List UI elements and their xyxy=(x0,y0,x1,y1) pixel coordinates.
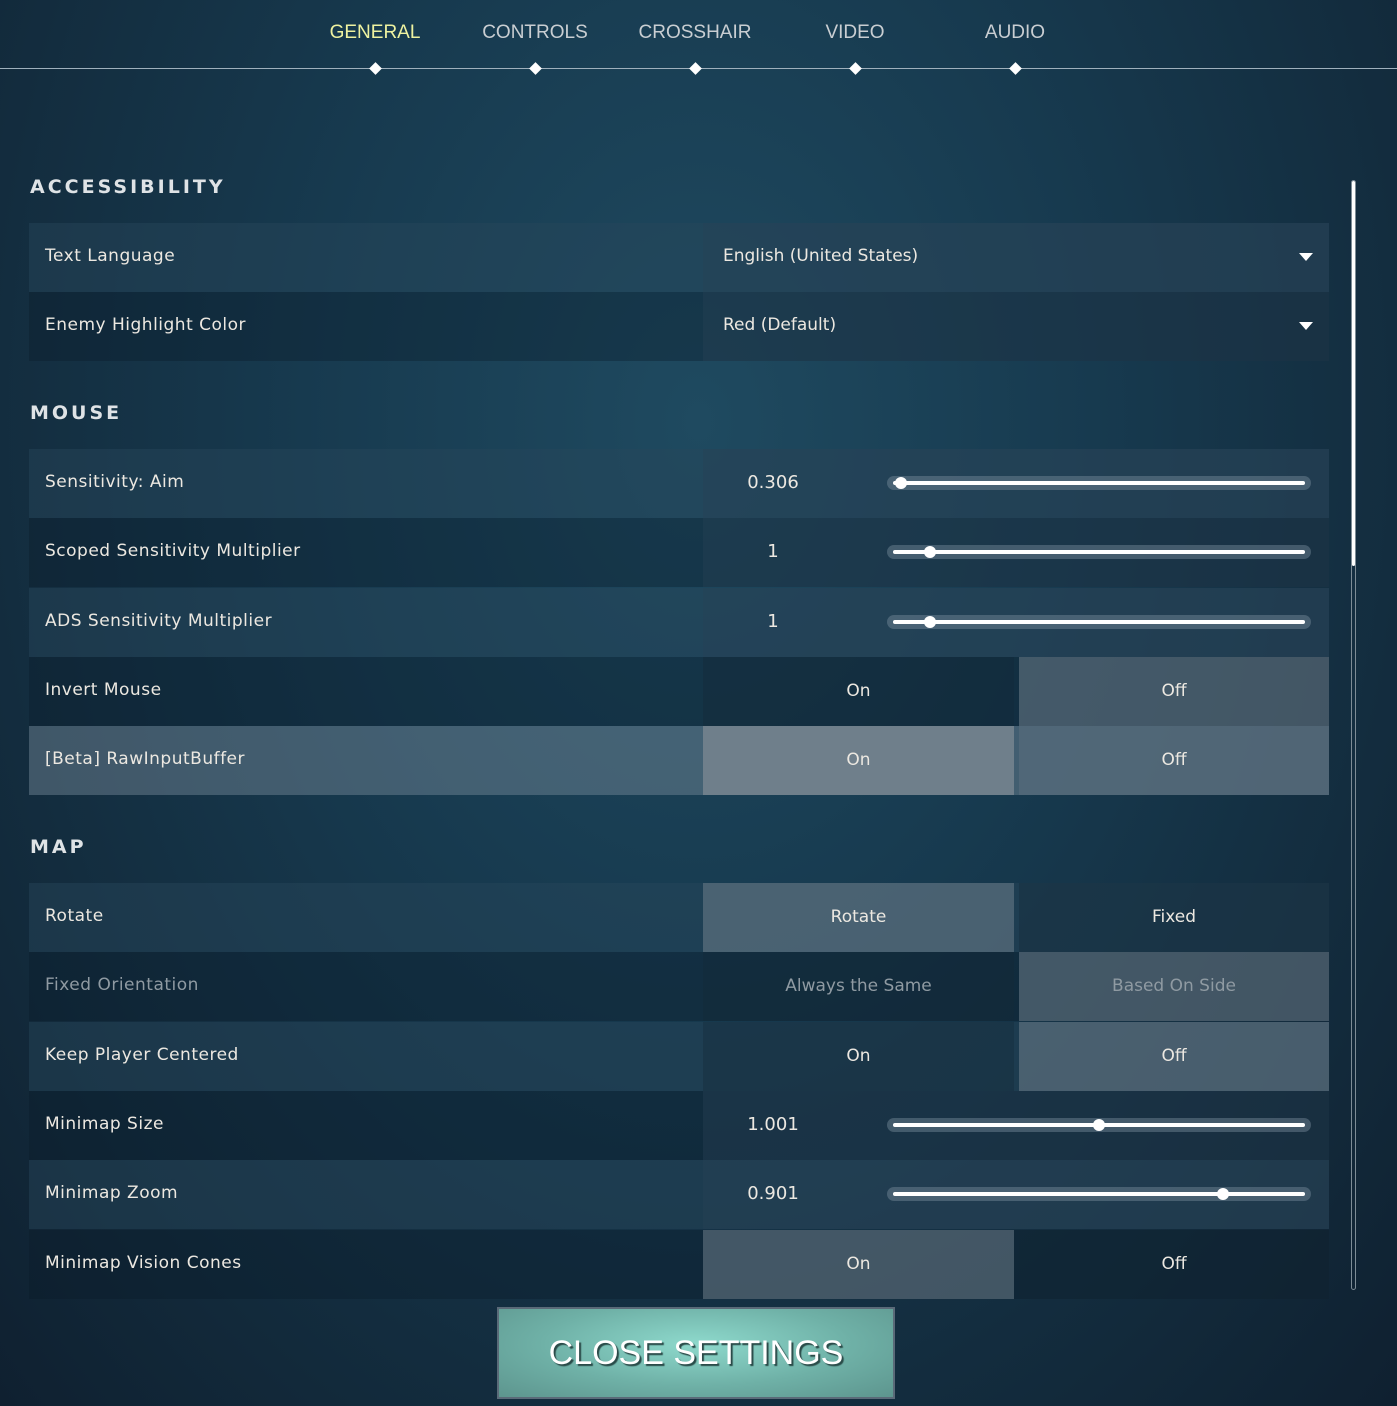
setting-label: ADS Sensitivity Multiplier xyxy=(45,610,273,631)
toggle-option[interactable]: Always the Same xyxy=(703,952,1014,1022)
slider-value[interactable]: 1.001 xyxy=(703,1114,843,1135)
setting-control: On Off xyxy=(703,1229,1329,1299)
tab-marker-icon xyxy=(529,62,542,75)
slider[interactable] xyxy=(887,476,1311,490)
setting-label: Enemy Highlight Color xyxy=(45,315,247,336)
setting-control: On Off xyxy=(703,656,1329,726)
toggle-option[interactable]: On xyxy=(703,656,1014,726)
scrollbar-thumb[interactable] xyxy=(1352,181,1355,566)
tab-audio[interactable]: AUDIO xyxy=(935,22,1095,44)
setting-label: Minimap Zoom xyxy=(45,1183,179,1204)
tab-marker-icon xyxy=(1009,62,1022,75)
setting-control: 0.306 xyxy=(703,449,1329,518)
toggle-option[interactable]: On xyxy=(703,726,1014,796)
toggle-option[interactable]: Off xyxy=(1019,726,1329,796)
setting-label: Invert Mouse xyxy=(45,679,162,700)
slider[interactable] xyxy=(887,545,1311,560)
toggle-option[interactable]: Fixed xyxy=(1019,883,1329,952)
setting-control: 0.901 xyxy=(703,1160,1329,1230)
toggle-option[interactable]: Off xyxy=(1019,656,1329,726)
setting-row: Enemy Highlight Color Red (Default) xyxy=(29,292,1329,362)
slider[interactable] xyxy=(887,614,1311,629)
setting-label: Sensitivity: Aim xyxy=(45,472,185,492)
setting-label: Minimap Vision Cones xyxy=(45,1252,242,1273)
tab-video[interactable]: VIDEO xyxy=(775,22,935,44)
close-settings-button[interactable]: CLOSE SETTINGS xyxy=(497,1307,895,1399)
setting-control: Red (Default) xyxy=(703,292,1329,362)
setting-control: On Off xyxy=(703,1021,1329,1091)
slider-value[interactable]: 1 xyxy=(703,541,843,562)
tab-marker-icon xyxy=(369,62,382,75)
setting-row: Minimap Size 1.001 xyxy=(29,1090,1329,1160)
setting-label: Fixed Orientation xyxy=(45,975,199,996)
caret-down-icon[interactable] xyxy=(1299,322,1313,331)
setting-control: Always the Same Based On Side xyxy=(703,952,1329,1022)
setting-control: 1 xyxy=(703,518,1329,588)
setting-row: Rotate Rotate Fixed xyxy=(29,883,1329,952)
slider-handle[interactable] xyxy=(924,615,937,628)
toggle-option[interactable]: On xyxy=(703,1229,1014,1299)
setting-row: Minimap Zoom 0.901 xyxy=(29,1160,1329,1230)
slider-handle[interactable] xyxy=(1093,1118,1105,1131)
toggle-option[interactable]: Off xyxy=(1019,1229,1329,1299)
tab-marker-icon xyxy=(689,62,702,75)
setting-control: Rotate Fixed xyxy=(703,883,1329,952)
setting-control: 1 xyxy=(703,587,1329,657)
setting-control: On Off xyxy=(703,726,1329,796)
toggle-option[interactable]: Rotate xyxy=(703,883,1014,952)
dropdown-value[interactable]: English (United States) xyxy=(723,246,918,266)
scrollbar[interactable] xyxy=(1351,180,1356,1290)
setting-row: Keep Player Centered On Off xyxy=(29,1021,1329,1091)
setting-control: English (United States) xyxy=(703,223,1329,292)
caret-down-icon[interactable] xyxy=(1299,253,1313,261)
slider-value[interactable]: 0.306 xyxy=(703,472,843,493)
toggle-option[interactable]: Off xyxy=(1019,1021,1329,1091)
slider[interactable] xyxy=(887,1187,1311,1202)
section-title: MOUSE xyxy=(30,402,123,424)
slider-handle[interactable] xyxy=(924,546,937,559)
tab-bar: GENERAL CONTROLS CROSSHAIR VIDEO AUDIO xyxy=(0,0,1397,75)
setting-row: Sensitivity: Aim 0.306 xyxy=(29,449,1329,518)
setting-row: Text Language English (United States) xyxy=(29,223,1329,292)
setting-row: Fixed Orientation Always the Same Based On… xyxy=(29,952,1329,1022)
setting-label: Text Language xyxy=(45,246,176,266)
tab-controls[interactable]: CONTROLS xyxy=(455,22,615,44)
section-title: ACCESSIBILITY xyxy=(30,176,226,198)
slider-handle[interactable] xyxy=(1216,1188,1229,1201)
tab-marker-icon xyxy=(849,62,862,75)
setting-row: ADS Sensitivity Multiplier 1 xyxy=(29,587,1329,657)
setting-label: Rotate xyxy=(45,906,104,926)
tab-crosshair[interactable]: CROSSHAIR xyxy=(615,22,775,44)
slider-value[interactable]: 1 xyxy=(703,611,843,632)
toggle-option[interactable]: Based On Side xyxy=(1019,952,1329,1022)
tab-general[interactable]: GENERAL xyxy=(295,22,455,44)
setting-row: [Beta] RawInputBuffer On Off xyxy=(29,726,1329,796)
setting-row: Invert Mouse On Off xyxy=(29,656,1329,726)
setting-label: Keep Player Centered xyxy=(45,1044,239,1065)
setting-row: Minimap Vision Cones On Off xyxy=(29,1229,1329,1299)
setting-label: Scoped Sensitivity Multiplier xyxy=(45,541,301,562)
setting-label: [Beta] RawInputBuffer xyxy=(45,749,246,770)
slider-handle[interactable] xyxy=(895,477,908,489)
setting-label: Minimap Size xyxy=(45,1113,164,1134)
slider[interactable] xyxy=(887,1117,1311,1132)
slider-value[interactable]: 0.901 xyxy=(703,1183,843,1204)
section-title: MAP xyxy=(30,836,87,858)
setting-control: 1.001 xyxy=(703,1090,1329,1160)
dropdown-value[interactable]: Red (Default) xyxy=(723,315,836,335)
toggle-option[interactable]: On xyxy=(703,1021,1014,1091)
setting-row: Scoped Sensitivity Multiplier 1 xyxy=(29,518,1329,588)
